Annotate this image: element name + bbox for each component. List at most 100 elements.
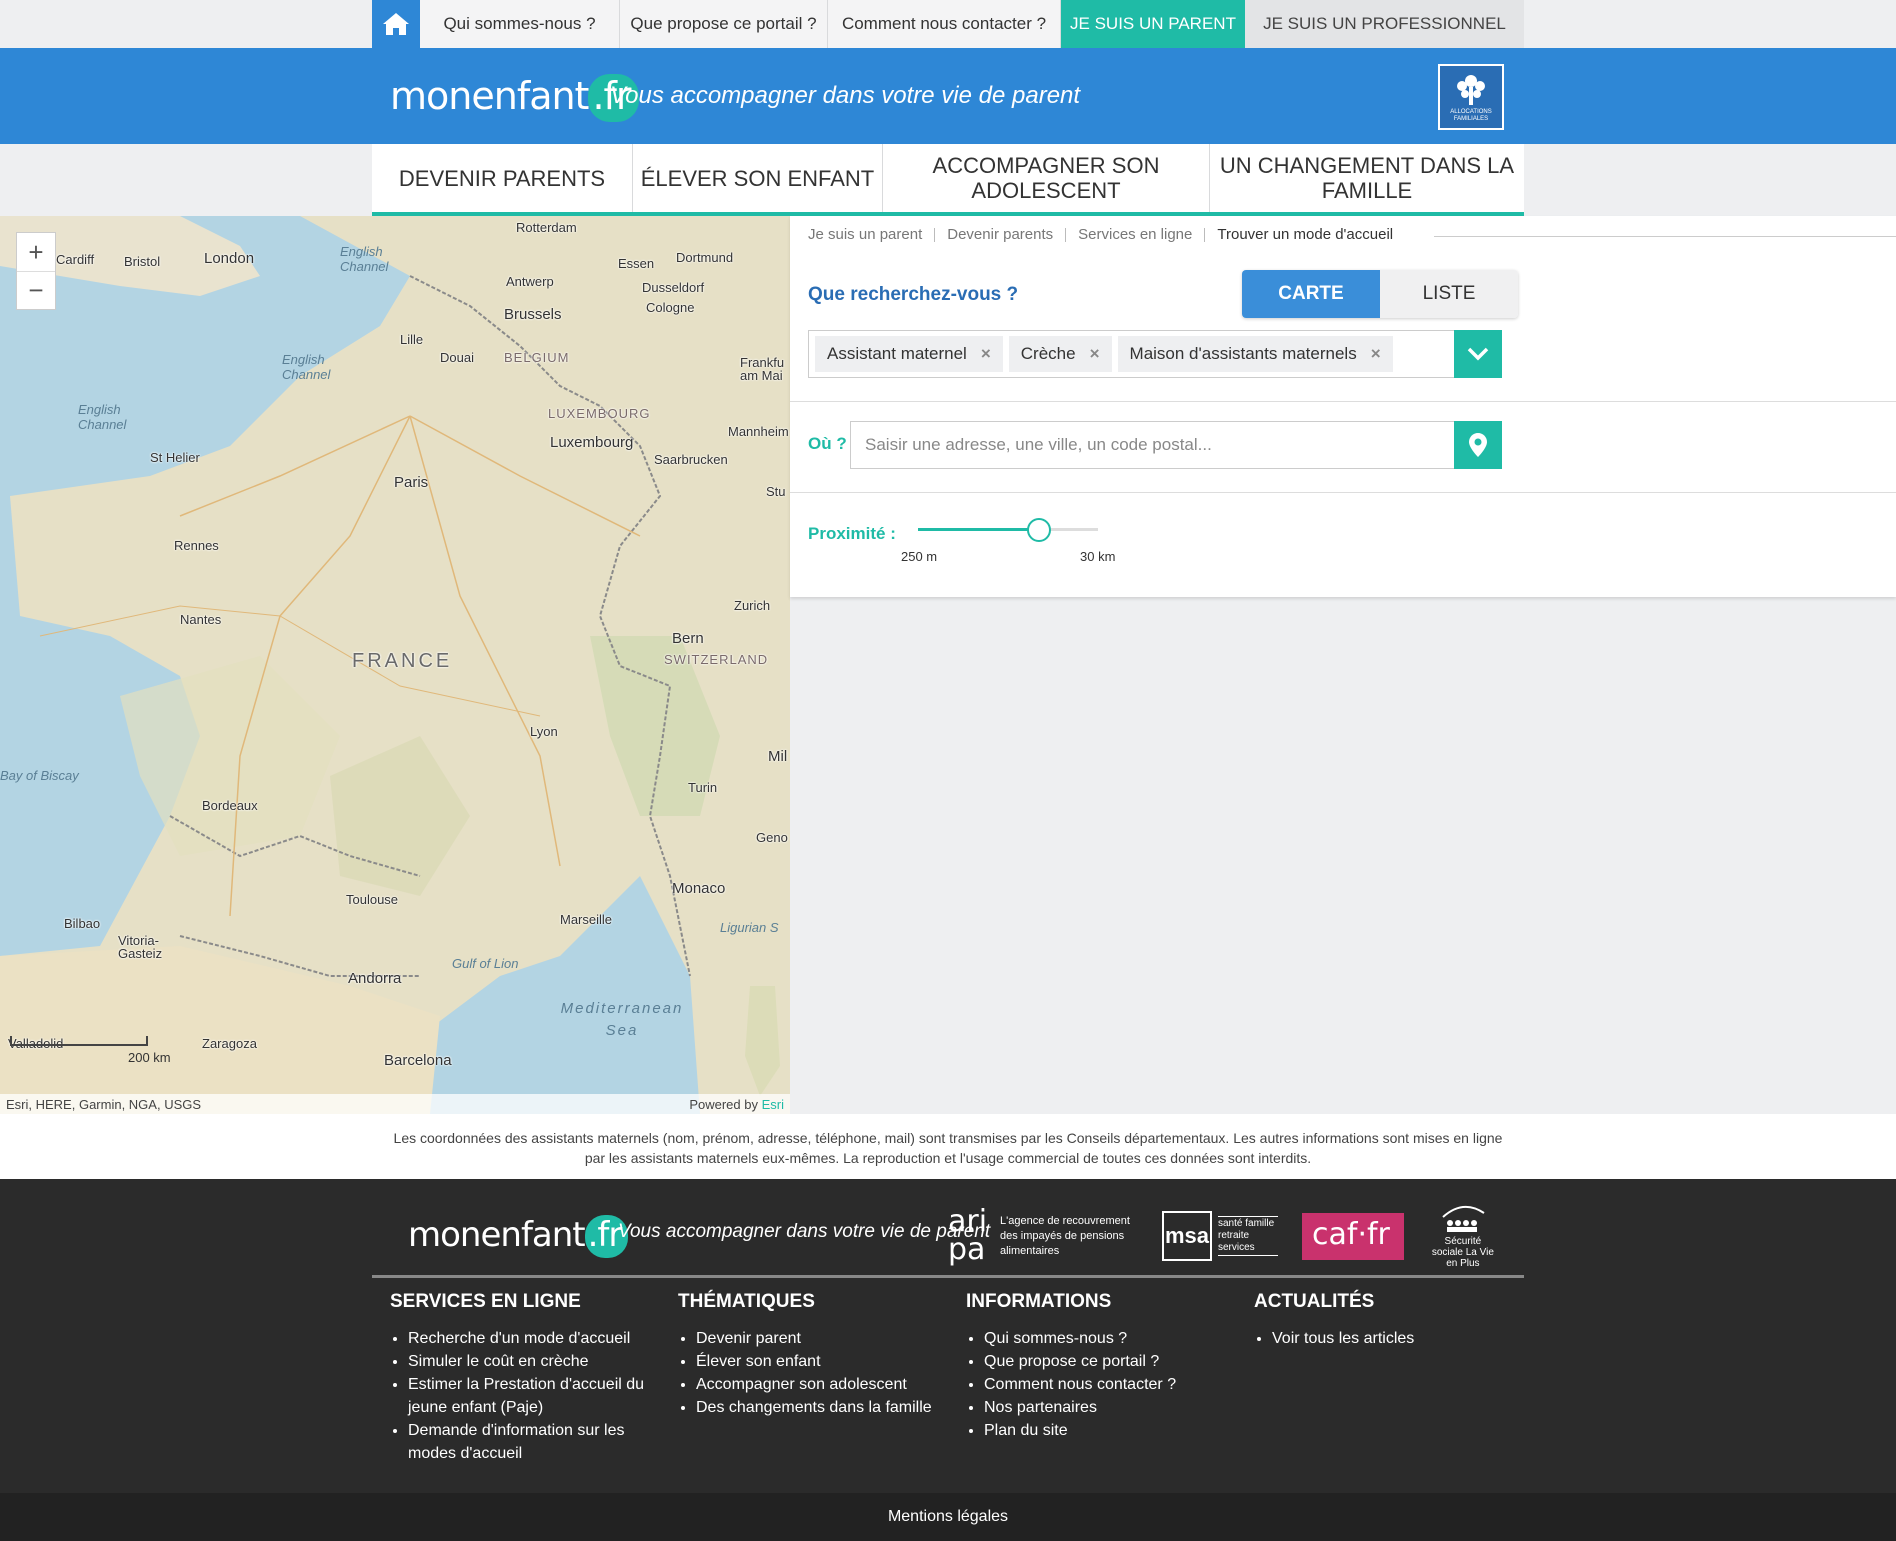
footer-link[interactable]: Que propose ce portail ? — [984, 1350, 1226, 1373]
home-button[interactable] — [372, 0, 420, 48]
list-view-button[interactable]: LISTE — [1380, 270, 1518, 318]
zoom-out-button[interactable]: − — [17, 271, 55, 309]
breadcrumb-item[interactable]: Devenir parents — [947, 227, 1067, 242]
map-label: English Channel — [340, 244, 389, 274]
care-type-dropdown-button[interactable] — [1454, 330, 1502, 378]
remove-tag-icon[interactable]: × — [1090, 344, 1100, 364]
scale-bar — [10, 1036, 148, 1046]
map-view-button[interactable]: CARTE — [1242, 270, 1380, 318]
footer-link[interactable]: Devenir parent — [696, 1327, 938, 1350]
legal-link[interactable]: Mentions légales — [888, 1508, 1008, 1526]
map-label: Mannheim — [728, 424, 789, 439]
footer-link[interactable]: Voir tous les articles — [1272, 1327, 1514, 1350]
footer-link[interactable]: Nos partenaires — [984, 1396, 1226, 1419]
esri-link[interactable]: Esri — [762, 1097, 784, 1112]
caf-text: ALLOCATIONS FAMILIALES — [1450, 109, 1492, 122]
map-label: Marseille — [560, 912, 613, 927]
locate-button[interactable] — [1454, 421, 1502, 469]
map-label: Stu — [766, 484, 786, 499]
footer-link[interactable]: Recherche d'un mode d'accueil — [408, 1327, 650, 1350]
plus-icon: + — [28, 236, 44, 267]
disclaimer-text: Les coordonnées des assistants maternels… — [393, 1130, 1503, 1166]
caf-fr-logo[interactable]: caf·fr — [1302, 1212, 1404, 1260]
footer-link[interactable]: Élever son enfant — [696, 1350, 938, 1373]
footer-link[interactable]: Comment nous contacter ? — [984, 1373, 1226, 1396]
nav-devenir-parents[interactable]: Devenir parents — [372, 144, 633, 212]
scale-label: 200 km — [128, 1050, 171, 1065]
map-label: Monaco — [672, 880, 726, 897]
tag-label: Crèche — [1020, 344, 1076, 363]
minus-icon: − — [28, 275, 44, 305]
breadcrumb-rule — [1434, 236, 1896, 237]
map-label: Mil — [768, 748, 788, 765]
map-view[interactable]: + − Cardiff Bristol London Rotterdam Ess… — [0, 216, 790, 1114]
footer-link[interactable]: Accompagner son adolescent — [696, 1373, 938, 1396]
map-label: Cardiff — [56, 252, 95, 267]
care-type-select[interactable]: Assistant maternel × Crèche × Maison d'a… — [808, 330, 1502, 378]
view-toggle: CARTE LISTE — [1242, 270, 1518, 318]
breadcrumb-item[interactable]: Services en ligne — [1078, 227, 1206, 242]
parent-tab[interactable]: JE SUIS UN PARENT — [1061, 0, 1245, 48]
zoom-in-button[interactable]: + — [17, 233, 55, 271]
footer-logo[interactable]: monenfant.fr — [408, 1215, 629, 1258]
aripa-logo[interactable]: ari pa L'agence de recouvrement des impa… — [948, 1207, 1138, 1265]
map-label: Bordeaux — [202, 798, 258, 813]
main-nav: Devenir parents Élever son enfant Accomp… — [0, 144, 1896, 216]
map-label: Nantes — [180, 612, 222, 627]
msa-logo[interactable]: msa santé famille retraite services — [1162, 1211, 1278, 1261]
top-link-contact[interactable]: Comment nous contacter ? — [828, 0, 1061, 48]
remove-tag-icon[interactable]: × — [1371, 344, 1381, 364]
top-link-portail[interactable]: Que propose ce portail ? — [620, 0, 828, 48]
map-attribution: Esri, HERE, Garmin, NGA, USGS Powered by… — [0, 1094, 790, 1114]
tag-assistant-maternel: Assistant maternel × — [815, 336, 1003, 372]
map-label: Dortmund — [676, 250, 734, 265]
footer-link[interactable]: Estimer la Prestation d'accueil du jeune… — [408, 1373, 650, 1419]
map-label: Bern — [672, 630, 704, 647]
proximity-label: Proximité : — [808, 524, 896, 543]
tag-label: Maison d'assistants maternels — [1129, 344, 1357, 363]
map-label: Brussels — [504, 306, 562, 323]
footer-column-title: Actualités — [1254, 1291, 1375, 1312]
nav-elever-enfant[interactable]: Élever son enfant — [633, 144, 883, 212]
caf-tree-icon — [1457, 75, 1485, 105]
site-header: monenfant .fr Vous accompagner dans votre… — [0, 48, 1896, 144]
breadcrumb-item[interactable]: Je suis un parent — [808, 227, 936, 242]
footer-link[interactable]: Demande d'information sur les modes d'ac… — [408, 1419, 650, 1465]
footer-link[interactable]: Qui sommes-nous ? — [984, 1327, 1226, 1350]
securite-sociale-logo[interactable]: Sécurité sociale La Vie en Plus — [1428, 1203, 1498, 1269]
footer-link[interactable]: Des changements dans la famille — [696, 1396, 938, 1419]
map-label: Zurich — [734, 598, 771, 613]
nav-accompagner-ado[interactable]: Accompagner son adolescent — [883, 144, 1210, 212]
map-label: Vitoria-Gasteiz — [118, 933, 163, 961]
footer-link[interactable]: Plan du site — [984, 1419, 1226, 1442]
caf-logo[interactable]: ALLOCATIONS FAMILIALES — [1438, 64, 1504, 130]
tag-creche: Crèche × — [1008, 336, 1112, 372]
footer-column-title: Services en ligne — [390, 1291, 581, 1312]
map-label: Zaragoza — [202, 1036, 257, 1051]
top-bar: Qui sommes-nous ? Que propose ce portail… — [0, 0, 1896, 48]
map-label: Geno — [756, 830, 788, 845]
map-label: Gulf of Lion — [452, 956, 519, 971]
top-link-qui[interactable]: Qui sommes-nous ? — [420, 0, 620, 48]
map-label: SWITZERLAND — [664, 652, 769, 667]
nav-changement-famille[interactable]: Un changement dans la famille — [1210, 144, 1524, 212]
proximity-slider[interactable] — [918, 518, 1098, 542]
attribution-text: Esri, HERE, Garmin, NGA, USGS — [6, 1096, 202, 1112]
site-logo[interactable]: monenfant .fr — [390, 74, 639, 122]
breadcrumb-current: Trouver un mode d'accueil — [1217, 226, 1394, 243]
map-label: English Channel — [78, 402, 127, 432]
partner-logos: ari pa L'agence de recouvrement des impa… — [948, 1201, 1498, 1271]
map-label: Luxembourg — [550, 434, 634, 451]
remove-tag-icon[interactable]: × — [981, 344, 991, 364]
people-icon — [1442, 1206, 1485, 1232]
map-label: Lyon — [530, 724, 558, 739]
site-footer: monenfant.fr Vous accompagner dans votre… — [0, 1179, 1896, 1493]
footer-link[interactable]: Simuler le coût en crèche — [408, 1350, 650, 1373]
address-input[interactable] — [850, 421, 1456, 469]
slider-handle[interactable] — [1026, 518, 1051, 542]
map-label: Bilbao — [64, 916, 101, 931]
professional-tab[interactable]: JE SUIS UN PROFESSIONNEL — [1245, 0, 1524, 48]
footer-column-actualites: Actualités Voir tous les articles — [1254, 1291, 1514, 1350]
footer-rule — [372, 1275, 1524, 1278]
logo-main: monenfant — [408, 1215, 586, 1255]
